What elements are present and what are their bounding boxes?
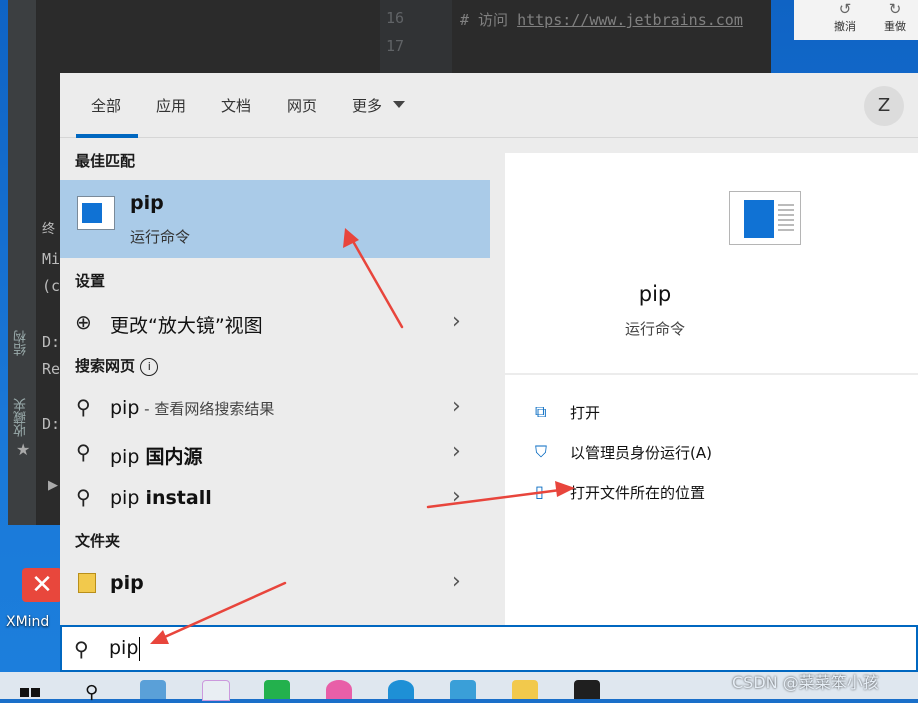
shield-icon: ⛉: [535, 442, 548, 461]
avatar[interactable]: Z: [864, 86, 904, 126]
xmind-icon[interactable]: ✕: [22, 568, 62, 602]
taskbar-app-icon[interactable]: [140, 680, 166, 699]
magnifier-icon: ⊕: [75, 310, 92, 334]
play-icon[interactable]: ▶: [48, 478, 58, 493]
chevron-right-icon[interactable]: ›: [452, 394, 461, 419]
taskbar-app-icon[interactable]: [264, 680, 290, 699]
tab-apps[interactable]: 应用: [156, 95, 186, 116]
folders-header: 文件夹: [75, 532, 121, 550]
run-command-icon: [729, 191, 801, 245]
search-icon: ⚲: [76, 440, 91, 464]
pycharm-icon[interactable]: [574, 680, 600, 699]
redo-label: 重做: [884, 20, 906, 33]
edge-icon[interactable]: [388, 680, 414, 699]
taskbar-app-icon[interactable]: [202, 680, 230, 701]
line-number: 16: [386, 9, 405, 27]
windows-logo-icon: [20, 688, 29, 697]
watermark: CSDN @菜菜笨小孩: [732, 673, 879, 692]
tab-more[interactable]: 更多: [352, 95, 382, 116]
tab-documents[interactable]: 文档: [221, 95, 251, 116]
search-icon[interactable]: ⚲: [85, 682, 98, 703]
search-icon: ⚲: [76, 395, 91, 419]
start-button[interactable]: [20, 688, 40, 699]
favorites-tool-label[interactable]: 收藏夹: [12, 398, 31, 437]
web-result-main: pip: [110, 397, 140, 419]
code-comment: # 访问 https://www.jetbrains.com: [460, 9, 743, 30]
terminal-line: D:: [42, 415, 61, 433]
redo-button[interactable]: ↻ 重做: [870, 0, 918, 34]
windows-logo-icon: [31, 688, 40, 697]
search-input[interactable]: pip: [109, 637, 138, 659]
info-icon[interactable]: i: [140, 357, 159, 376]
settings-item-label: 更改“放大镜”视图: [110, 315, 263, 337]
file-explorer-icon[interactable]: [512, 680, 538, 699]
settings-header: 设置: [75, 272, 106, 290]
tab-all[interactable]: 全部: [91, 95, 121, 116]
redo-icon: ↻: [888, 0, 902, 18]
folder-icon: [78, 573, 96, 593]
web-result-bold: install: [145, 487, 212, 509]
preview-pane: [505, 153, 918, 373]
web-search-header: 搜索网页 i: [75, 355, 159, 376]
tab-web[interactable]: 网页: [287, 95, 317, 116]
terminal-line: Mi: [42, 250, 61, 268]
open-action-label: 打开: [570, 404, 601, 422]
run-as-admin-label: 以管理员身份运行(A): [570, 444, 712, 462]
terminal-line: Re: [42, 360, 61, 378]
search-icon: ⚲: [76, 485, 91, 509]
chevron-right-icon[interactable]: ›: [452, 484, 461, 509]
search-icon: ⚲: [74, 637, 89, 661]
search-box[interactable]: [60, 625, 918, 672]
preview-subtitle: 运行命令: [624, 320, 685, 338]
undo-button[interactable]: ↺ 撤消: [820, 0, 870, 34]
run-command-icon: [77, 196, 115, 230]
taskbar-app-icon[interactable]: [450, 680, 476, 699]
open-icon: ⧉: [535, 402, 547, 421]
terminal-line: D:: [42, 333, 61, 351]
preview-title: pip: [638, 282, 672, 306]
web-result-main: pip: [110, 487, 146, 509]
best-match-title: pip: [130, 192, 164, 214]
open-action[interactable]: ⧉ 打开: [535, 400, 835, 430]
web-result-main: pip: [110, 446, 146, 468]
folder-item-label: pip: [110, 572, 144, 594]
best-match-item[interactable]: [60, 180, 490, 258]
terminal-line: (c: [42, 277, 61, 295]
best-match-header: 最佳匹配: [75, 152, 136, 170]
web-result-sub: - 查看网络搜索结果: [139, 400, 275, 418]
undo-icon: ↺: [838, 0, 852, 18]
open-file-location-label: 打开文件所在的位置: [570, 484, 706, 502]
chevron-right-icon[interactable]: ›: [452, 569, 461, 594]
taskbar-app-icon[interactable]: [326, 680, 352, 699]
best-match-subtitle: 运行命令: [130, 228, 191, 246]
undo-label: 撤消: [834, 20, 856, 33]
text-caret: [139, 637, 140, 661]
run-as-admin-action[interactable]: ⛉ 以管理员身份运行(A): [535, 440, 835, 470]
open-file-location-action[interactable]: ▯ 打开文件所在的位置: [535, 480, 835, 510]
web-result-text: pip install: [110, 487, 212, 509]
web-search-header-label: 搜索网页: [75, 357, 136, 375]
structure-tool-label[interactable]: 结构: [12, 330, 31, 356]
web-result-bold: 国内源: [145, 446, 203, 468]
active-tab-indicator: [76, 134, 138, 138]
comment-url[interactable]: https://www.jetbrains.com: [517, 11, 743, 29]
web-result-text: pip - 查看网络搜索结果: [110, 397, 274, 419]
line-number: 17: [386, 37, 405, 55]
comment-prefix: # 访问: [460, 11, 518, 29]
chevron-down-icon[interactable]: [393, 101, 405, 108]
xmind-label[interactable]: XMind: [6, 614, 49, 630]
file-location-icon: ▯: [535, 482, 544, 501]
star-icon[interactable]: ★: [16, 440, 30, 459]
search-tabs-bar: [60, 73, 918, 138]
web-result-text: pip 国内源: [110, 442, 202, 469]
chevron-right-icon[interactable]: ›: [452, 439, 461, 464]
